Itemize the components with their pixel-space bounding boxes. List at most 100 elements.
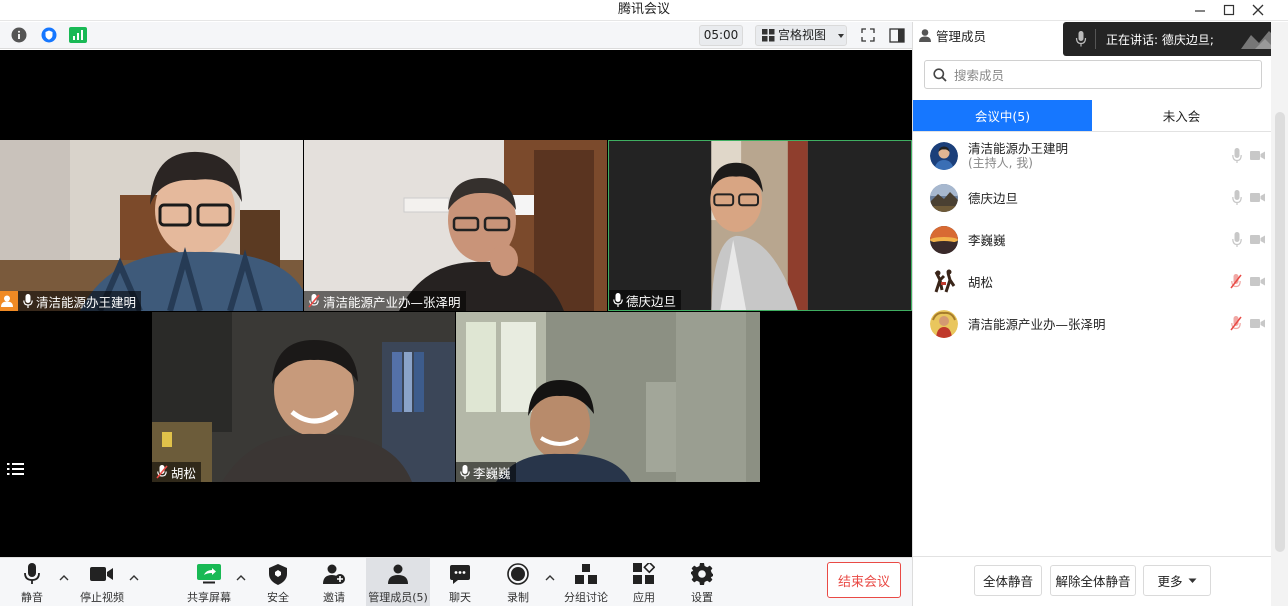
view-mode-dropdown[interactable]: 宫格视图 — [755, 25, 847, 46]
participant-namebar: 清洁能源产业办—张泽明 — [304, 291, 466, 311]
info-button[interactable] — [10, 26, 28, 44]
chevron-up-icon — [236, 574, 246, 580]
mic-icon[interactable] — [1232, 148, 1242, 163]
video-tile[interactable]: 李巍巍 — [456, 312, 760, 482]
members-panel: 管理成员 正在讲话: 德庆边旦; 搜索成员 会议中(5) 未入会 清洁能源办王建… — [912, 22, 1288, 606]
share-screen-button[interactable]: 共享屏幕 — [184, 558, 234, 606]
audio-options-button[interactable] — [58, 571, 70, 583]
video-options-button[interactable] — [128, 571, 140, 583]
record-button[interactable]: 录制 — [502, 558, 534, 606]
mute-all-button[interactable]: 全体静音 — [974, 565, 1042, 596]
list-icon — [7, 463, 24, 475]
mic-muted-icon — [308, 294, 320, 308]
person-icon — [919, 29, 931, 42]
video-camera-icon[interactable] — [1250, 192, 1265, 204]
stop-video-label: 停止视频 — [80, 591, 124, 604]
participant-name: 德庆边旦 — [626, 293, 677, 309]
network-status-button[interactable] — [69, 26, 87, 44]
video-tile[interactable]: 清洁能源产业办—张泽明 — [304, 140, 607, 311]
member-row[interactable]: 李巍巍 — [913, 219, 1271, 261]
member-name: 李巍巍 — [968, 232, 1006, 248]
mute-label: 静音 — [21, 591, 43, 604]
participant-namebar: 清洁能源办王建明 — [0, 291, 142, 311]
member-info: 李巍巍 — [968, 233, 1006, 248]
more-label: 更多 — [1157, 574, 1183, 589]
member-row[interactable]: 清洁能源办王建明 (主持人, 我) — [913, 135, 1271, 177]
mic-icon[interactable] — [1232, 232, 1242, 247]
video-tile-active-speaker[interactable]: 德庆边旦 — [608, 140, 912, 311]
video-camera-icon[interactable] — [1250, 318, 1265, 330]
speaking-indicator: 正在讲话: 德庆边旦; — [1063, 22, 1288, 56]
participant-name: 清洁能源办王建明 — [36, 294, 137, 310]
video-tile[interactable]: 胡松 — [152, 312, 455, 482]
video-camera-icon[interactable] — [1250, 234, 1265, 246]
stop-video-button[interactable]: 停止视频 — [76, 558, 128, 606]
chevron-up-icon — [129, 574, 139, 580]
mic-icon[interactable] — [1232, 190, 1242, 205]
manage-members-button[interactable]: 管理成员(5) — [366, 558, 430, 606]
search-placeholder: 搜索成员 — [954, 68, 1005, 83]
member-controls — [1232, 232, 1265, 247]
breakout-rooms-label: 分组讨论 — [564, 591, 608, 604]
fullscreen-button[interactable] — [859, 26, 877, 44]
invite-button[interactable]: 邀请 — [318, 558, 350, 606]
member-name: 清洁能源办王建明 — [968, 141, 1069, 156]
security-shield-icon — [269, 563, 287, 585]
minimize-button[interactable] — [1186, 0, 1214, 20]
member-row[interactable]: 德庆边旦 — [913, 177, 1271, 219]
member-list-toggle-button[interactable] — [5, 458, 27, 480]
mic-muted-icon[interactable] — [1230, 316, 1242, 331]
member-list: 清洁能源办王建明 (主持人, 我) 德庆边旦 李巍巍 胡松 清洁能源产业办—张泽… — [913, 135, 1271, 345]
video-camera-icon[interactable] — [1250, 276, 1265, 288]
end-meeting-button[interactable]: 结束会议 — [827, 562, 901, 598]
add-user-icon — [323, 564, 345, 584]
more-dropdown-button[interactable]: 更多 — [1143, 565, 1211, 596]
title-bar: 腾讯会议 — [0, 0, 1288, 21]
participant-namebar: 李巍巍 — [456, 462, 516, 482]
mic-icon — [23, 294, 33, 308]
close-button[interactable] — [1244, 0, 1272, 20]
close-icon — [1252, 4, 1264, 16]
settings-button[interactable]: 设置 — [686, 558, 718, 606]
share-screen-icon — [197, 564, 221, 584]
video-tile[interactable]: 清洁能源办王建明 — [0, 140, 303, 311]
settings-label: 设置 — [691, 591, 713, 604]
record-label: 录制 — [507, 591, 529, 604]
mic-icon — [613, 293, 623, 307]
avatar — [930, 184, 958, 212]
host-person-icon — [1, 295, 13, 307]
mic-muted-icon[interactable] — [1230, 274, 1242, 289]
panel-scrollbar[interactable] — [1271, 22, 1288, 606]
microphone-icon — [24, 563, 40, 584]
tab-not-joined[interactable]: 未入会 — [1092, 100, 1271, 132]
meeting-toolbar: 静音 停止视频 共享屏幕 安全 邀请 管理成员(5) 聊天 录制 分组讨论 应用… — [0, 557, 912, 606]
security-button[interactable]: 安全 — [262, 558, 294, 606]
breakout-rooms-button[interactable]: 分组讨论 — [562, 558, 610, 606]
invite-label: 邀请 — [323, 591, 345, 604]
member-row[interactable]: 胡松 — [913, 261, 1271, 303]
chat-button[interactable]: 聊天 — [444, 558, 476, 606]
security-status-button[interactable] — [40, 26, 58, 44]
apps-button[interactable]: 应用 — [628, 558, 660, 606]
chat-bubble-icon — [450, 564, 470, 584]
member-info: 德庆边旦 — [968, 191, 1018, 206]
fullscreen-icon — [861, 28, 875, 42]
member-name: 胡松 — [968, 274, 994, 290]
members-icon — [388, 564, 408, 584]
unmute-all-button[interactable]: 解除全体静音 — [1050, 565, 1136, 596]
record-options-button[interactable] — [544, 571, 556, 583]
maximize-button[interactable] — [1215, 0, 1243, 20]
share-options-button[interactable] — [235, 571, 247, 583]
participant-video — [609, 141, 911, 310]
video-grid: 清洁能源办王建明 清洁能源产业办—张泽明 德庆边旦 胡松 李巍巍 — [0, 50, 912, 557]
video-camera-icon[interactable] — [1250, 150, 1265, 162]
member-search-input[interactable]: 搜索成员 — [924, 60, 1262, 89]
member-name: 德庆边旦 — [968, 190, 1019, 206]
toggle-sidebar-button[interactable] — [888, 26, 906, 44]
tab-in-meeting[interactable]: 会议中(5) — [913, 100, 1092, 132]
scrollbar-thumb[interactable] — [1275, 112, 1285, 552]
mute-button[interactable]: 静音 — [16, 558, 48, 606]
video-camera-icon — [90, 567, 113, 581]
member-row[interactable]: 清洁能源产业办—张泽明 — [913, 303, 1271, 345]
participant-video — [152, 312, 455, 482]
